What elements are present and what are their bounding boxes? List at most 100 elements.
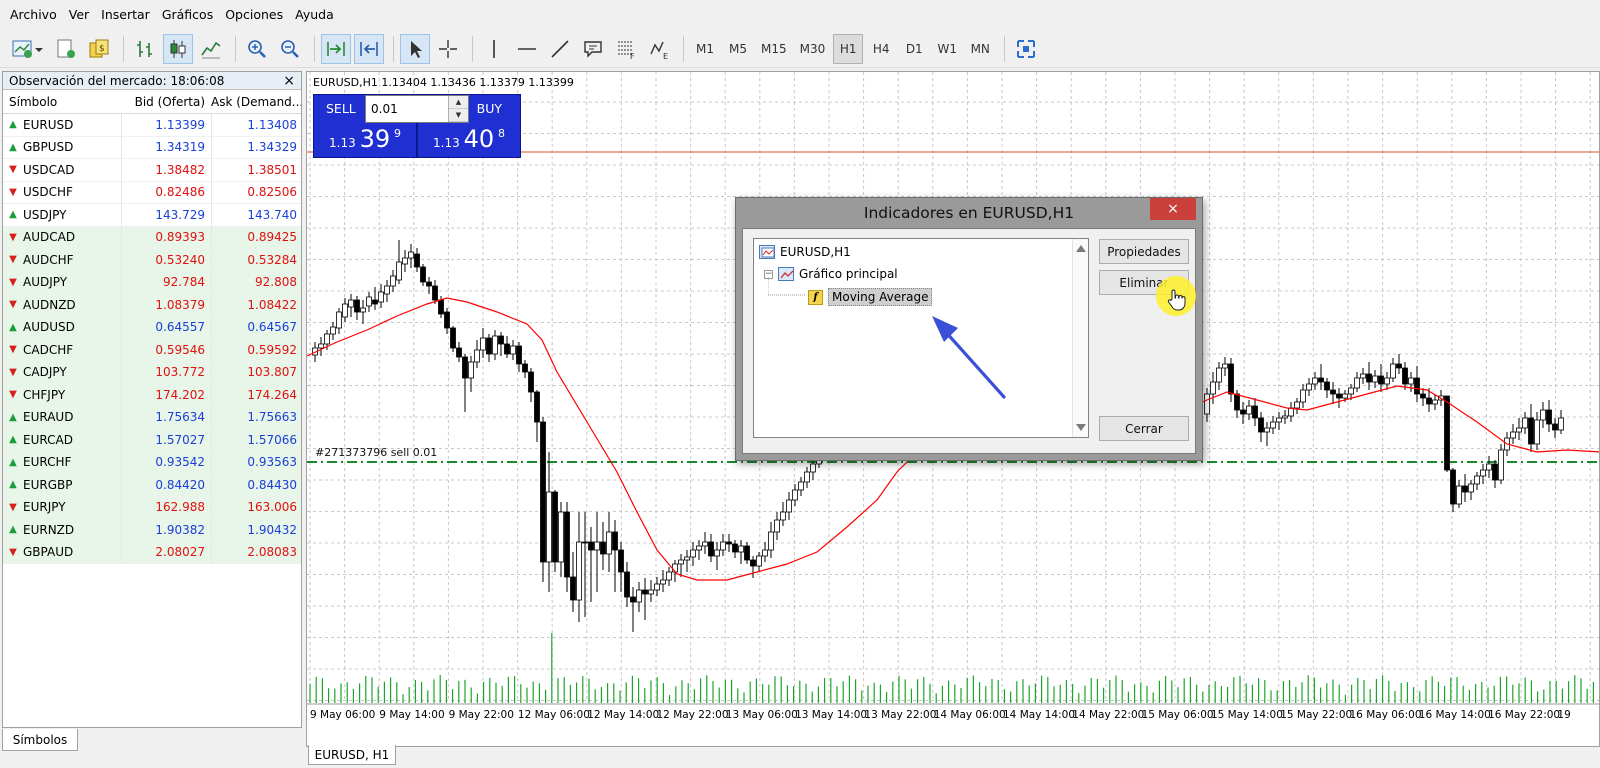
timeframe-m15[interactable]: M15 (756, 34, 792, 64)
candle-body (1522, 417, 1528, 429)
bid-cell: 0.59546 (121, 339, 211, 361)
menu-insertar[interactable]: Insertar (95, 7, 156, 22)
fibonacci-icon[interactable]: F (611, 34, 641, 64)
candle-body (780, 511, 786, 521)
lot-size-input[interactable]: 0.01 ▲ ▼ (365, 95, 469, 123)
timeframe-mn[interactable]: MN (965, 34, 995, 64)
tree-node-symbol[interactable]: EURUSD,H1 (759, 245, 851, 259)
timeframe-w1[interactable]: W1 (932, 34, 962, 64)
menu-graficos[interactable]: Gráficos (156, 7, 219, 22)
crosshair-icon[interactable] (433, 34, 463, 64)
arrow-up-icon: ▲ (9, 524, 17, 536)
line-chart-icon[interactable] (196, 34, 226, 64)
properties-button[interactable]: Propiedades (1099, 239, 1189, 264)
bid-cell: 103.772 (121, 361, 211, 383)
spin-down-icon[interactable]: ▼ (449, 109, 468, 122)
horizontal-line-icon[interactable] (512, 34, 542, 64)
dialog-close-button[interactable]: × (1150, 198, 1196, 220)
candle-body (618, 549, 624, 573)
list-item[interactable]: ▼ AUDCAD 0.89393 0.89425 (3, 226, 301, 249)
list-item[interactable]: ▼ USDCHF 0.82486 0.82506 (3, 181, 301, 204)
symbol-name: EURUSD (23, 117, 74, 132)
candle-body (402, 257, 408, 265)
list-item[interactable]: ▼ CADCHF 0.59546 0.59592 (3, 339, 301, 362)
candle-body (1312, 377, 1318, 385)
lot-size-spinner[interactable]: ▲ ▼ (448, 96, 468, 122)
sell-price-prefix: 1.13 (329, 136, 356, 150)
tab-chart-eurusd[interactable]: EURUSD, H1 (308, 745, 396, 765)
scroll-up-icon[interactable] (1076, 245, 1086, 252)
list-item[interactable]: ▼ CHFJPY 174.202 174.264 (3, 384, 301, 407)
text-label-icon[interactable] (578, 34, 608, 64)
list-item[interactable]: ▼ AUDCHF 0.53240 0.53284 (3, 249, 301, 272)
elliott-icon[interactable]: E (644, 34, 674, 64)
x-axis-label: 12 May 22:00 (657, 709, 729, 721)
tree-scrollbar[interactable] (1072, 239, 1088, 437)
candle-body (600, 541, 606, 555)
chart-shift-icon[interactable] (354, 33, 384, 64)
list-item[interactable]: ▼ GBPAUD 2.08027 2.08083 (3, 541, 301, 564)
list-item[interactable]: ▼ CADJPY 103.772 103.807 (3, 361, 301, 384)
list-item[interactable]: ▲ EURGBP 0.84420 0.84430 (3, 474, 301, 497)
column-bid[interactable]: Bid (Oferta) (121, 95, 211, 109)
close-button[interactable]: Cerrar (1099, 416, 1189, 441)
x-axis-label: 15 May 14:00 (1211, 709, 1283, 721)
close-icon[interactable]: × (283, 73, 295, 89)
list-item[interactable]: ▲ EURUSD 1.13399 1.13408 (3, 114, 301, 137)
bar-chart-icon[interactable] (130, 34, 160, 64)
tree-node-moving-average[interactable]: f Moving Average (808, 288, 933, 306)
order-line-label: #271373796 sell 0.01 (315, 446, 438, 459)
list-item[interactable]: ▼ AUDJPY 92.784 92.808 (3, 271, 301, 294)
candlestick-chart-icon[interactable] (163, 33, 193, 64)
bid-cell: 0.64557 (121, 316, 211, 338)
symbol-name: EURAUD (23, 410, 74, 425)
list-item[interactable]: ▲ EURAUD 1.75634 1.75663 (3, 406, 301, 429)
list-item[interactable]: ▲ EURCHF 0.93542 0.93563 (3, 451, 301, 474)
list-item[interactable]: ▲ USDJPY 143.729 143.740 (3, 204, 301, 227)
list-item[interactable]: ▼ USDCAD 1.38482 1.38501 (3, 159, 301, 182)
fullscreen-icon[interactable] (1011, 34, 1041, 64)
indicator-tree[interactable]: EURUSD,H1 − Gráfico principal f Moving A… (753, 238, 1089, 438)
menu-ayuda[interactable]: Ayuda (289, 7, 340, 22)
list-item[interactable]: ▼ EURJPY 162.988 163.006 (3, 496, 301, 519)
timeframe-d1[interactable]: D1 (899, 34, 929, 64)
list-item[interactable]: ▲ EURNZD 1.90382 1.90432 (3, 519, 301, 542)
timeframe-h1[interactable]: H1 (833, 33, 864, 64)
zoom-out-icon[interactable] (275, 34, 305, 64)
menu-ver[interactable]: Ver (63, 7, 95, 22)
list-item[interactable]: ▼ AUDNZD 1.08379 1.08422 (3, 294, 301, 317)
trendline-icon[interactable] (545, 34, 575, 64)
tab-symbols[interactable]: Símbolos (2, 729, 78, 751)
list-item[interactable]: ▲ GBPUSD 1.34319 1.34329 (3, 136, 301, 159)
timeframe-m1[interactable]: M1 (690, 34, 720, 64)
symbol-name: AUDJPY (23, 275, 68, 290)
vertical-line-icon[interactable] (479, 34, 509, 64)
timeframe-m5[interactable]: M5 (723, 34, 753, 64)
new-chart-icon[interactable] (8, 34, 48, 64)
candle-body (432, 285, 438, 301)
auto-scroll-icon[interactable] (321, 33, 351, 64)
scroll-down-icon[interactable] (1076, 424, 1086, 431)
candle-body (606, 531, 612, 555)
arrow-down-icon: ▼ (9, 299, 17, 311)
candle-body (1318, 377, 1324, 383)
candle-body (624, 571, 630, 598)
bid-cell: 143.729 (121, 204, 211, 226)
menu-opciones[interactable]: Opciones (219, 7, 289, 22)
sell-price: 1.13 39 9 (314, 125, 416, 153)
new-profile-icon[interactable] (51, 34, 81, 64)
column-ask[interactable]: Ask (Demand... (211, 95, 301, 109)
svg-text:F: F (630, 52, 635, 60)
cursor-icon[interactable] (400, 33, 430, 64)
zoom-in-icon[interactable] (242, 34, 272, 64)
column-symbol[interactable]: Símbolo (3, 95, 121, 109)
candle-body (576, 541, 582, 601)
timeframe-m30[interactable]: M30 (795, 34, 831, 64)
symbol-name: CADCHF (23, 342, 74, 357)
list-item[interactable]: ▲ EURCAD 1.57027 1.57066 (3, 429, 301, 452)
menu-archivo[interactable]: Archivo (4, 7, 63, 22)
timeframe-h4[interactable]: H4 (866, 34, 896, 64)
spin-up-icon[interactable]: ▲ (449, 96, 468, 109)
market-watch-icon[interactable]: $ (84, 34, 114, 64)
list-item[interactable]: ▲ AUDUSD 0.64557 0.64567 (3, 316, 301, 339)
